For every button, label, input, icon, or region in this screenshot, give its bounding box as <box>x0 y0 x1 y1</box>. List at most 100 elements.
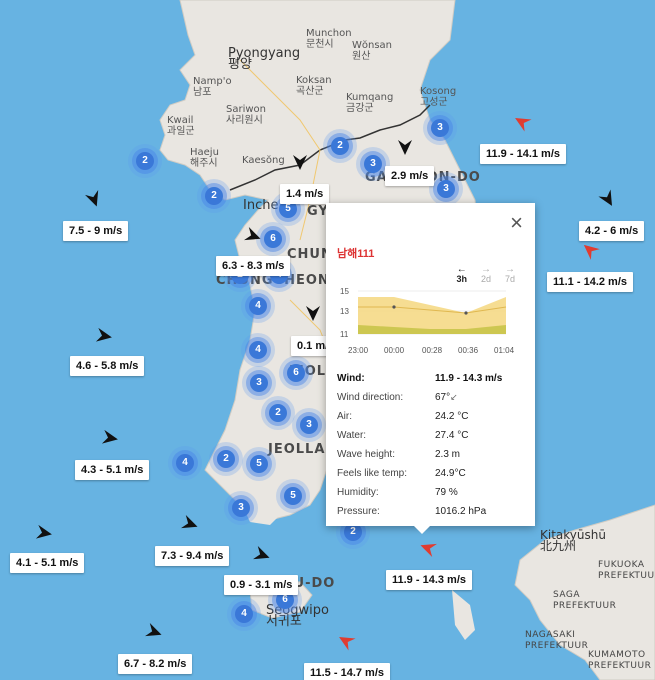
station-cluster[interactable]: 3 <box>437 180 455 198</box>
wind-speed-label[interactable]: 1.4 m/s <box>280 184 330 204</box>
wind-arrow-icon[interactable] <box>335 630 357 652</box>
wind-arrow-icon[interactable] <box>511 111 533 133</box>
wind-arrow-icon[interactable] <box>289 151 311 173</box>
place-label-saga: SAGA PREFEKTUUR <box>553 590 617 611</box>
place-label-incheon: Inche <box>243 198 279 213</box>
wind-arrow-icon[interactable] <box>417 537 439 559</box>
x-tick: 23:00 <box>348 346 369 355</box>
detail-row-wind: Wind: 11.9 - 14.3 m/s <box>337 369 527 388</box>
station-cluster[interactable]: 2 <box>331 137 349 155</box>
place-label-haeju: Haeju 해주시 <box>190 147 219 169</box>
detail-value: 1016.2 hPa <box>435 506 487 517</box>
station-name: 남해111 <box>337 248 375 260</box>
place-label-nagasaki: NAGASAKI PREFEKTUUR <box>525 630 589 651</box>
wind-arrow-icon[interactable] <box>302 302 324 324</box>
station-cluster[interactable]: 4 <box>176 454 194 472</box>
wind-arrow-icon[interactable] <box>597 188 619 210</box>
place-label-koksan: Koksan 곡산군 <box>296 75 332 97</box>
detail-key: Pressure: <box>337 506 380 517</box>
station-cluster[interactable]: 6 <box>287 364 305 382</box>
detail-row-feels-like: Feels like temp: 24.9°C <box>337 464 527 483</box>
detail-key: Humidity: <box>337 487 379 498</box>
tab-7d[interactable]: → 7d <box>505 265 515 285</box>
station-cluster[interactable]: 3 <box>364 155 382 173</box>
detail-row-pressure: Pressure: 1016.2 hPa <box>337 502 527 521</box>
station-cluster[interactable]: 4 <box>249 341 267 359</box>
map[interactable]: Munchon 문천시 Wŏnsan 원산 Pyongyang 평양 Namp'o 남… <box>0 0 655 680</box>
detail-value: 24.2 °C <box>435 411 469 422</box>
wind-speed-label[interactable]: 4.3 - 5.1 m/s <box>75 460 150 480</box>
wind-speed-label[interactable]: 11.5 - 14.7 m/s <box>304 663 390 680</box>
station-cluster[interactable]: 6 <box>264 230 282 248</box>
detail-value: 11.9 - 14.3 m/s <box>435 373 503 384</box>
station-cluster[interactable]: 4 <box>249 297 267 315</box>
detail-key: Feels like temp: <box>337 468 408 479</box>
detail-row-air: Air: 24.2 °C <box>337 407 527 426</box>
place-label-kumamoto: KUMAMOTO PREFEKTUUR <box>588 650 652 671</box>
wind-speed-label[interactable]: 11.1 - 14.2 m/s <box>547 272 633 292</box>
wind-arrow-icon[interactable] <box>179 513 201 535</box>
wind-arrow-icon[interactable] <box>251 544 273 566</box>
arrow-right-icon: → <box>480 264 491 275</box>
detail-row-humidity: Humidity: 79 % <box>337 483 527 502</box>
wind-arrow-icon[interactable] <box>143 621 165 643</box>
station-popup[interactable]: × 남해111 ← 3h → 2d → 7d 15 13 11 23:00 00… <box>326 203 535 534</box>
place-label-kitakyushu: Kitakyūshū 北九州 <box>540 528 606 553</box>
close-icon[interactable]: × <box>510 212 523 234</box>
x-tick: 00:28 <box>422 346 443 355</box>
station-cluster[interactable]: 2 <box>269 404 287 422</box>
wind-speed-label[interactable]: 7.5 - 9 m/s <box>63 221 129 241</box>
detail-row-wind-direction: Wind direction: 67°↙ <box>337 388 527 407</box>
tab-2d[interactable]: → 2d <box>480 264 491 285</box>
wind-arrow-icon[interactable] <box>93 325 115 347</box>
station-cluster[interactable]: 5 <box>284 487 302 505</box>
wind-arrow-icon[interactable] <box>579 239 601 261</box>
station-cluster[interactable]: 3 <box>232 499 250 517</box>
arrow-left-icon: ← <box>456 264 467 275</box>
wind-speed-label[interactable]: 11.9 - 14.1 m/s <box>480 144 566 164</box>
station-cluster[interactable]: 2 <box>136 152 154 170</box>
y-tick: 11 <box>340 330 349 339</box>
wind-arrow-icon[interactable] <box>394 136 416 158</box>
y-tick: 15 <box>340 287 349 296</box>
wind-speed-label[interactable]: 6.7 - 8.2 m/s <box>118 654 193 674</box>
station-cluster[interactable]: 5 <box>250 455 268 473</box>
station-cluster[interactable]: 2 <box>217 450 235 468</box>
x-tick: 01:04 <box>494 346 515 355</box>
place-label-kosong: Kosong 고성군 <box>420 86 457 108</box>
wind-speed-label[interactable]: 0.9 - 3.1 m/s <box>224 575 299 595</box>
station-cluster[interactable]: 3 <box>431 119 449 137</box>
detail-value: 27.4 °C <box>435 430 469 441</box>
detail-value: 67°↙ <box>435 392 458 403</box>
station-cluster[interactable]: 3 <box>250 374 268 392</box>
station-cluster[interactable]: 4 <box>235 605 253 623</box>
place-label-kumgang: Kumqang 금강군 <box>346 92 394 114</box>
wind-speed-label[interactable]: 6.3 - 8.3 m/s <box>216 256 291 276</box>
wind-speed-label[interactable]: 4.2 - 6 m/s <box>579 221 645 241</box>
place-label-pyongyang: Pyongyang 평양 <box>228 46 301 72</box>
tab-label: 3h <box>456 274 467 284</box>
place-label-nampo: Namp'o 남포 <box>193 76 232 98</box>
wind-speed-label[interactable]: 4.1 - 5.1 m/s <box>10 553 85 573</box>
detail-key: Wave height: <box>337 449 395 460</box>
detail-key: Water: <box>337 430 367 441</box>
station-cluster[interactable]: 2 <box>205 187 223 205</box>
station-cluster[interactable]: 3 <box>300 416 318 434</box>
wind-speed-label[interactable]: 4.6 - 5.8 m/s <box>70 356 145 376</box>
wind-speed-label[interactable]: 11.9 - 14.3 m/s <box>386 570 472 590</box>
weather-details: Wind: 11.9 - 14.3 m/s Wind direction: 67… <box>337 369 527 521</box>
wind-arrow-icon[interactable] <box>242 225 264 247</box>
x-tick: 00:00 <box>384 346 405 355</box>
tab-3h[interactable]: ← 3h <box>456 264 467 285</box>
wind-speed-label[interactable]: 7.3 - 9.4 m/s <box>155 546 230 566</box>
place-label-kwail: Kwail 과일군 <box>167 115 195 137</box>
wind-arrow-icon[interactable] <box>99 427 121 449</box>
tab-label: 2d <box>480 274 491 284</box>
wind-speed-label[interactable]: 2.9 m/s <box>385 166 435 186</box>
wind-arrow-icon[interactable] <box>83 188 105 210</box>
detail-value: 24.9°C <box>435 468 466 479</box>
place-label-munchon: Munchon 문천시 <box>306 28 352 50</box>
wind-arrow-icon[interactable] <box>33 522 55 544</box>
place-label-seogwipo: Seogwipo 서귀포 <box>266 603 329 629</box>
wind-direction-icon: ↙ <box>450 392 458 402</box>
